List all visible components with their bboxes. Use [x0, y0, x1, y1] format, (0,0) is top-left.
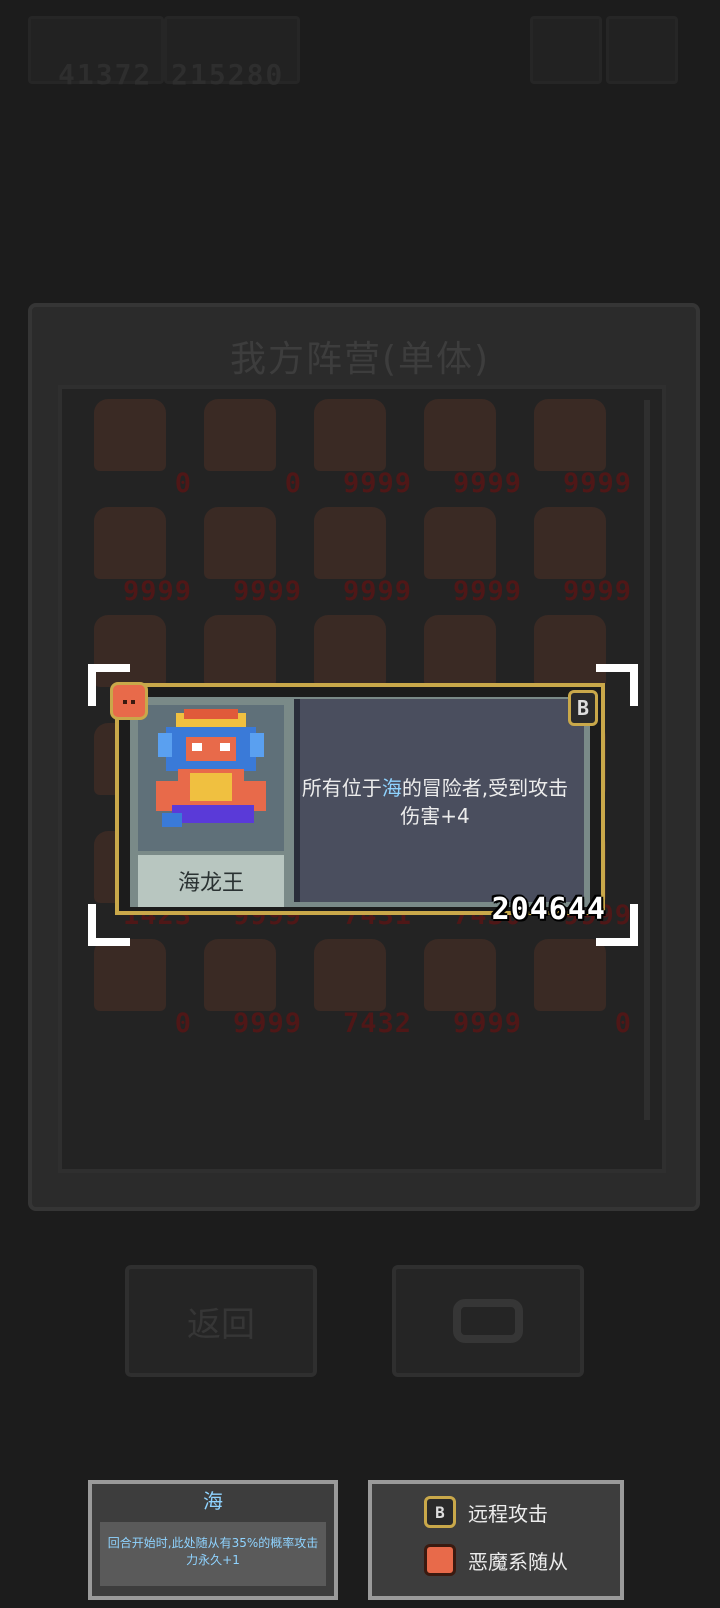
power-value: 204644 — [491, 892, 606, 927]
unit-sprite — [314, 939, 386, 1011]
unit-slot[interactable]: 9999 — [192, 503, 302, 613]
unit-sprite — [314, 615, 386, 687]
swap-icon — [453, 1299, 523, 1343]
unit-value: 0 — [614, 1008, 632, 1039]
legend-label: 恶魔系随从 — [468, 1549, 568, 1574]
desc-prefix: 所有位于 — [301, 776, 382, 800]
back-button[interactable]: 返回 — [125, 1265, 317, 1377]
unit-value: 9999 — [232, 576, 302, 607]
unit-value: 9999 — [562, 576, 632, 607]
unit-portrait — [138, 705, 284, 851]
unit-slot[interactable]: 9999 — [412, 395, 522, 505]
terrain-title: 海 — [203, 1489, 223, 1513]
unit-value: 9999 — [232, 1008, 302, 1039]
sea-dragon-king-icon — [156, 709, 266, 827]
unit-value: 9999 — [562, 468, 632, 499]
unit-value: 9999 — [452, 1008, 522, 1039]
unit-sprite — [94, 399, 166, 471]
unit-name: 海龙王 — [138, 855, 284, 907]
unit-sprite — [534, 939, 606, 1011]
unit-sprite — [314, 507, 386, 579]
unit-slot[interactable]: 0 — [82, 395, 192, 505]
unit-sprite — [534, 507, 606, 579]
unit-sprite — [424, 507, 496, 579]
unit-value: 0 — [174, 468, 192, 499]
legend-label: 远程攻击 — [468, 1501, 548, 1526]
unit-slot[interactable]: 9999 — [192, 935, 302, 1045]
unit-value: 0 — [174, 1008, 192, 1039]
unit-slot[interactable]: 9999 — [412, 503, 522, 613]
legend-item-demon: 恶魔系随从 — [424, 1544, 568, 1576]
unit-slot[interactable]: 9999 — [522, 503, 632, 613]
desc-suffix: 的冒险者,受到攻击伤害+4 — [400, 776, 569, 828]
unit-sprite — [534, 399, 606, 471]
unit-value: 9999 — [452, 576, 522, 607]
unit-sprite — [314, 399, 386, 471]
unit-value: 0 — [284, 468, 302, 499]
unit-sprite — [424, 939, 496, 1011]
unit-sprite — [94, 507, 166, 579]
unit-slot[interactable]: 9999 — [302, 503, 412, 613]
panel-title: 我方阵营(单体) — [229, 339, 491, 380]
settings-button[interactable] — [606, 16, 678, 84]
unit-sprite — [204, 615, 276, 687]
unit-value: 9999 — [342, 468, 412, 499]
unit-sprite — [424, 399, 496, 471]
demon-icon — [110, 682, 148, 720]
unit-slot[interactable]: 7432 — [302, 935, 412, 1045]
unit-slot[interactable]: 0 — [82, 935, 192, 1045]
unit-slot[interactable]: 9999 — [82, 503, 192, 613]
unit-value: 9999 — [342, 576, 412, 607]
unit-sprite — [204, 399, 276, 471]
ranged-attack-icon: B — [568, 690, 598, 726]
desc-terrain-highlight: 海 — [381, 776, 402, 800]
unit-slot[interactable]: 9999 — [412, 935, 522, 1045]
score-display: 41372 215280 — [58, 58, 285, 91]
demon-face-glyph — [118, 689, 140, 711]
unit-slot[interactable]: 0 — [522, 935, 632, 1045]
unit-slot[interactable]: 9999 — [302, 395, 412, 505]
unit-description: 所有位于海的冒险者,受到攻击伤害+4 — [300, 774, 570, 830]
unit-slot[interactable]: 9999 — [522, 395, 632, 505]
demon-icon — [424, 1544, 456, 1576]
ranged-attack-icon: B — [424, 1496, 456, 1528]
unit-value: 9999 — [452, 468, 522, 499]
unit-value: 9999 — [122, 576, 192, 607]
swap-button[interactable] — [392, 1265, 584, 1377]
unit-sprite — [424, 615, 496, 687]
grid-scrollbar[interactable] — [644, 400, 650, 1120]
unit-sprite — [94, 939, 166, 1011]
menu-button[interactable] — [530, 16, 602, 84]
unit-value: 7432 — [342, 1008, 412, 1039]
terrain-effect-text: 回合开始时,此处随从有35%的概率攻击力永久+1 — [107, 1536, 319, 1567]
unit-sprite — [204, 939, 276, 1011]
legend-item-ranged: B 远程攻击 — [424, 1496, 548, 1528]
unit-slot[interactable]: 0 — [192, 395, 302, 505]
unit-sprite — [204, 507, 276, 579]
